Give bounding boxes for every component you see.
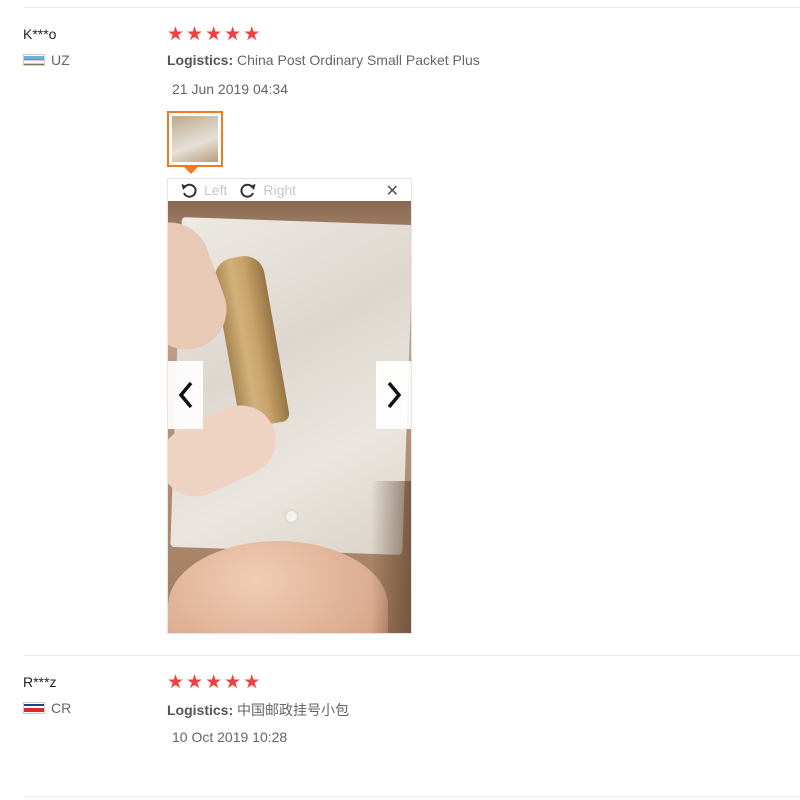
star-icon: ★ bbox=[167, 672, 185, 693]
rotate-right-label: Right bbox=[263, 182, 297, 198]
logistics-info: Logistics: 中国邮政挂号小包 bbox=[167, 700, 349, 720]
star-icon: ★ bbox=[205, 24, 223, 45]
review-photo bbox=[168, 201, 411, 633]
reviewer-info: R***z CR bbox=[23, 674, 71, 716]
review-divider bbox=[24, 655, 800, 656]
logistics-value: 中国邮政挂号小包 bbox=[237, 702, 350, 718]
photo-knee-shape bbox=[168, 541, 388, 633]
rotate-left-button[interactable]: Left bbox=[180, 181, 227, 199]
star-icon: ★ bbox=[224, 672, 242, 693]
logistics-label: Logistics: bbox=[167, 52, 234, 68]
logistics-info: Logistics: China Post Ordinary Small Pac… bbox=[167, 52, 480, 68]
star-icon: ★ bbox=[186, 672, 204, 693]
pagination-dot[interactable] bbox=[286, 511, 297, 522]
chevron-right-icon bbox=[387, 381, 401, 409]
photo-viewer: Left Right ✕ bbox=[167, 178, 412, 634]
star-icon: ★ bbox=[167, 24, 185, 45]
reviewer-info: K***o UZ bbox=[23, 26, 70, 68]
reviewer-country: UZ bbox=[23, 52, 70, 68]
close-icon[interactable]: ✕ bbox=[386, 181, 399, 201]
chevron-left-icon bbox=[178, 381, 192, 409]
next-photo-button[interactable] bbox=[376, 361, 411, 429]
review-date: 21 Jun 2019 04:34 bbox=[172, 81, 288, 97]
photo-shadow bbox=[371, 481, 411, 633]
viewer-toolbar: Left Right ✕ bbox=[168, 179, 411, 201]
flag-cr-icon bbox=[23, 702, 45, 714]
rotate-left-icon bbox=[181, 183, 197, 198]
thumbnail-caret bbox=[184, 167, 198, 174]
review-photo-thumbnail[interactable] bbox=[167, 111, 223, 167]
top-divider bbox=[24, 7, 800, 8]
country-code: UZ bbox=[51, 52, 70, 68]
logistics-label: Logistics: bbox=[167, 702, 234, 718]
review-item: R***z CR ★ ★ ★ ★ ★ Logistics: 中国邮政挂号小包 1… bbox=[0, 672, 800, 774]
star-icon: ★ bbox=[224, 24, 242, 45]
reviewer-country: CR bbox=[23, 700, 71, 716]
thumbnail-image bbox=[172, 116, 218, 162]
rating-stars: ★ ★ ★ ★ ★ bbox=[167, 672, 261, 693]
rotate-left-label: Left bbox=[204, 182, 228, 198]
logistics-value: China Post Ordinary Small Packet Plus bbox=[237, 52, 480, 68]
star-icon: ★ bbox=[243, 24, 261, 45]
rotate-right-button[interactable]: Right bbox=[239, 181, 296, 199]
rating-stars: ★ ★ ★ ★ ★ bbox=[167, 24, 261, 45]
flag-uz-icon bbox=[23, 54, 45, 66]
rotate-right-icon bbox=[240, 183, 256, 198]
country-code: CR bbox=[51, 700, 72, 716]
star-icon: ★ bbox=[186, 24, 204, 45]
reviewer-name: K***o bbox=[23, 26, 57, 42]
star-icon: ★ bbox=[243, 672, 261, 693]
prev-photo-button[interactable] bbox=[168, 361, 203, 429]
bottom-divider bbox=[24, 796, 800, 797]
star-icon: ★ bbox=[205, 672, 223, 693]
review-date: 10 Oct 2019 10:28 bbox=[172, 729, 288, 745]
reviewer-name: R***z bbox=[23, 674, 57, 690]
